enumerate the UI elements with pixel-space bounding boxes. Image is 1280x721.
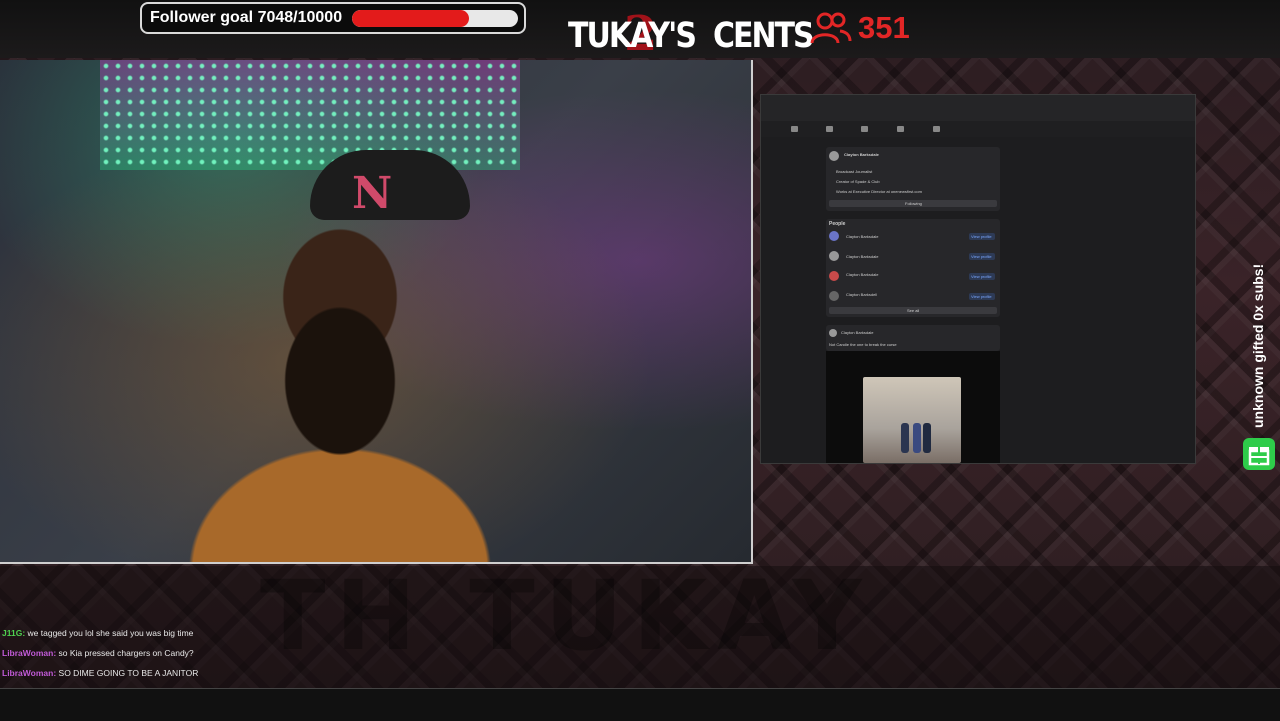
- view-profile-button[interactable]: View profile: [969, 253, 995, 260]
- flag-icon: [826, 126, 833, 132]
- gift-icon: [1243, 438, 1275, 470]
- post-author: Clayton Barksdale: [841, 330, 874, 335]
- chat-username: LibraWoman:: [2, 648, 57, 658]
- view-profile-button[interactable]: View profile: [969, 273, 995, 280]
- chat-overlay: J11G: we tagged you lol she said you was…: [2, 626, 198, 686]
- sub-gift-alert: unknown gifted 0x subs!: [1250, 263, 1266, 428]
- profile-detail-1: Broadcast Journalist: [836, 169, 873, 174]
- gaming-icon: [933, 126, 940, 132]
- view-profile-button[interactable]: View profile: [969, 233, 995, 240]
- users-icon: [810, 12, 852, 44]
- video-figure: [901, 423, 909, 453]
- avatar: [829, 271, 839, 281]
- avatar: [829, 251, 839, 261]
- person-name: Clayton Barksdale: [846, 254, 879, 259]
- chat-message: LibraWoman: SO DIME GOING TO BE A JANITO…: [2, 666, 198, 686]
- person-name: Clayton Barksdale: [846, 234, 879, 239]
- chat-username: J11G:: [2, 628, 26, 638]
- follower-goal-track: [352, 9, 518, 27]
- bottom-strip: [0, 688, 1280, 721]
- people-card: People Clayton Barksdale View profile Cl…: [826, 219, 1000, 317]
- avatar: [829, 231, 839, 241]
- chat-username: LibraWoman:: [2, 668, 57, 678]
- profile-detail-2: Creator of Spade & Club: [836, 179, 880, 184]
- site-nav: [761, 121, 1195, 137]
- channel-logo: 2 TUKAY'S CENTS: [568, 6, 815, 62]
- following-button[interactable]: Following: [829, 200, 997, 207]
- viewer-count: 351: [858, 10, 910, 45]
- view-profile-label: View profile: [971, 234, 992, 239]
- megaphone-icon: [897, 126, 904, 132]
- view-profile-label: View profile: [971, 254, 992, 259]
- top-bar: Follower goal 7048/10000 2 TUKAY'S CENTS …: [0, 0, 1280, 62]
- see-all-button[interactable]: See all: [829, 307, 997, 314]
- browser-toolbar: [761, 95, 1195, 122]
- chat-text: we tagged you lol she said you was big t…: [27, 628, 194, 638]
- post-header: Clayton Barksdale Not Candie the one to …: [826, 325, 1000, 351]
- video-figure: [923, 423, 931, 453]
- webcam-feed: N: [0, 60, 753, 564]
- gift-icon-svg: [1248, 447, 1270, 466]
- banner-watermark: TH TUKAY: [260, 560, 872, 672]
- viewer-counter: 351: [810, 10, 910, 46]
- following-button-label: Following: [905, 201, 922, 206]
- home-icon: [791, 126, 798, 132]
- view-profile-button[interactable]: View profile: [969, 293, 995, 300]
- people-heading: People: [829, 221, 846, 227]
- chat-text: SO DIME GOING TO BE A JANITOR: [58, 668, 199, 678]
- avatar: [829, 329, 837, 337]
- avatar: [829, 151, 839, 161]
- avatar: [829, 291, 839, 301]
- view-profile-label: View profile: [971, 294, 992, 299]
- chat-message: J11G: we tagged you lol she said you was…: [2, 626, 198, 646]
- profile-detail-3: Works at Executive Director at onenewsfi…: [836, 189, 922, 194]
- store-icon: [861, 126, 868, 132]
- person-name: Clayton Barksdale: [846, 272, 879, 277]
- post-text: Not Candie the one to break the curse: [829, 342, 897, 347]
- follower-goal-fill: [352, 9, 470, 27]
- follower-goal-label: Follower goal 7048/10000: [150, 9, 343, 26]
- post-video[interactable]: [863, 377, 961, 463]
- profile-card: Clayton Barksdale Broadcast Journalist C…: [826, 147, 1000, 211]
- logo-text: TUKAY'S CENTS: [568, 16, 815, 57]
- video-figure: [913, 423, 921, 453]
- view-profile-label: View profile: [971, 274, 992, 279]
- follower-goal-widget: Follower goal 7048/10000: [140, 2, 526, 34]
- see-all-label: See all: [907, 308, 920, 313]
- logo-text-right: CENTS: [712, 16, 815, 57]
- cap-logo: N: [352, 168, 393, 219]
- person-name: Clayton Barksdell: [846, 292, 878, 297]
- shared-screen-capture: Clayton Barksdale Broadcast Journalist C…: [760, 94, 1196, 464]
- logo-text-left: TUKAY'S: [568, 16, 697, 57]
- profile-name: Clayton Barksdale: [844, 152, 879, 157]
- chat-message: LibraWoman: so Kia pressed chargers on C…: [2, 646, 198, 666]
- chat-text: so Kia pressed chargers on Candy?: [58, 648, 194, 658]
